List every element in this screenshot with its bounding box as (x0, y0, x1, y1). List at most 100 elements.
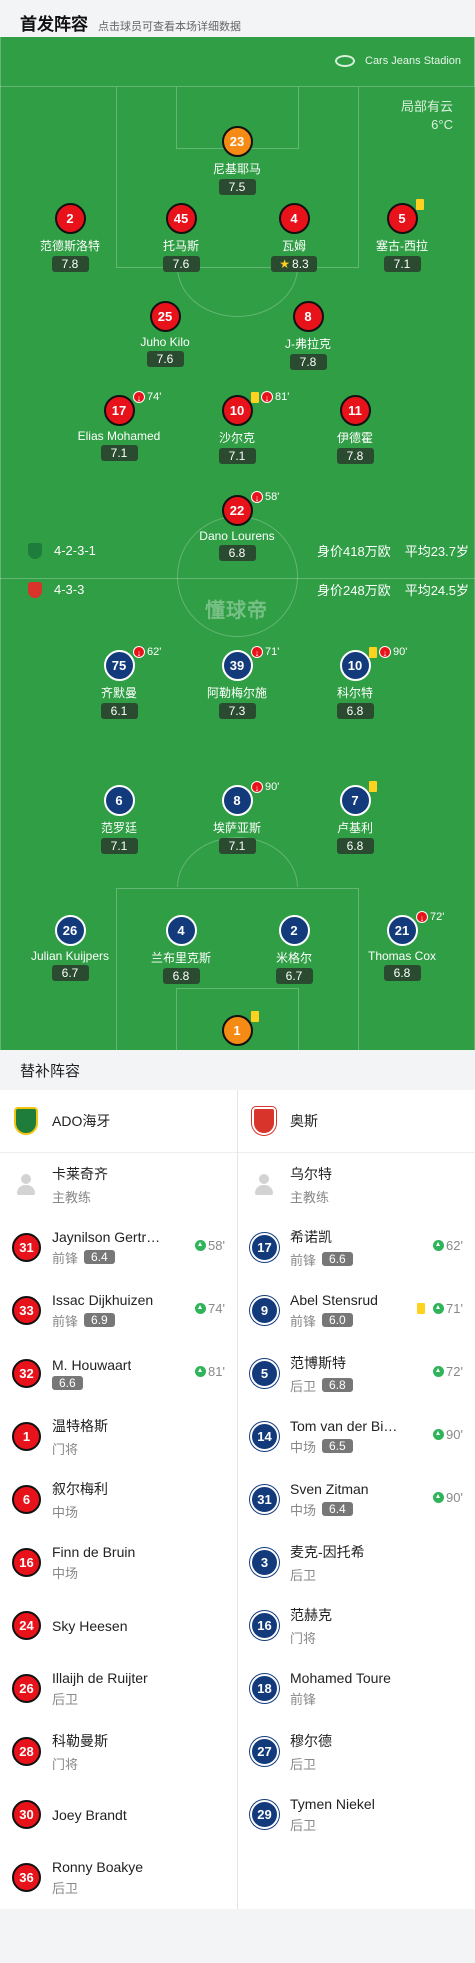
weather-info: 局部有云 6°C (401, 98, 453, 134)
sub-player-row[interactable]: 24 Sky Heesen (0, 1594, 237, 1657)
sub-player-row[interactable]: 16 范赫克 门将 (238, 1594, 475, 1657)
sub-player-position: 中场 (52, 1565, 79, 1581)
sub-player-position-line: 后卫 (52, 1689, 148, 1708)
away-player[interactable]: 75 ↓ 62' 齐默曼 6.1 (54, 646, 184, 720)
home-team-header[interactable]: ADO海牙 (0, 1090, 237, 1153)
coach-role: 主教练 (290, 1189, 330, 1205)
sub-player-name: Finn de Bruin (52, 1543, 136, 1560)
sub-player-row[interactable]: 9 Abel Stensrud 前锋 6.0 71' (238, 1279, 475, 1342)
home-player[interactable]: 11 伊德霍 7.8 (290, 395, 420, 465)
away-player[interactable]: 39 ↓ 71' 阿勒梅尔施 7.3 (172, 646, 302, 720)
jersey-number: 8 (221, 785, 253, 816)
sub-events: 81' (195, 1364, 225, 1379)
home-player[interactable]: 45 托马斯 7.6 (116, 203, 246, 273)
substitution-icon: ↓ (261, 391, 273, 403)
sub-player-row[interactable]: 33 Issac Dijkhuizen 前锋 6.9 74' (0, 1279, 237, 1342)
coach-name: 乌尔特 (290, 1165, 332, 1182)
sub-player-rating: 6.4 (84, 1250, 115, 1264)
sub-player-info: Tom van der Biezen 中场 6.5 (290, 1418, 402, 1456)
player-rating: 6.8 (336, 703, 374, 719)
player-name: 卢基利 (336, 821, 373, 835)
player-name: 沙尔克 (218, 431, 255, 445)
jersey-number: 1 (221, 1015, 253, 1046)
yellow-card-icon (416, 199, 424, 210)
away-player[interactable]: 4 兰布里克斯 6.8 (116, 915, 246, 985)
home-player[interactable]: 8 J-弗拉克 7.8 (243, 301, 373, 371)
jersey-number: 5 (250, 1359, 279, 1388)
away-team-header[interactable]: 奥斯 (238, 1090, 475, 1153)
lineup-hint: 点击球员可查看本场详细数据 (98, 21, 241, 33)
sub-player-position-line: 后卫 (52, 1878, 143, 1897)
away-player[interactable]: 6 范罗廷 7.1 (54, 785, 184, 855)
jersey-number: 7 (339, 785, 371, 816)
sub-player-position: 中场 (290, 1439, 317, 1455)
sub-player-position-line: 中场 (52, 1563, 135, 1582)
sub-player-position-line: 中场 6.5 (290, 1437, 402, 1456)
coach-name: 卡莱奇齐 (52, 1165, 108, 1182)
player-name: Juho Kilo (140, 335, 190, 349)
away-player[interactable]: 1哈夫科特8.2 (172, 1011, 302, 1050)
jersey-number: 75 (103, 650, 135, 681)
jersey-number: 1 (12, 1422, 41, 1451)
sub-player-row[interactable]: 1 温特格斯 门将 (0, 1405, 237, 1468)
player-events (251, 1011, 261, 1022)
sub-player-name: 希诺凯 (290, 1228, 332, 1245)
sub-player-info: 叙尔梅利 中场 (52, 1479, 108, 1521)
sub-events: 62' (433, 1238, 463, 1253)
player-events: ↓ 74' (133, 391, 161, 403)
sub-player-position: 后卫 (52, 1691, 79, 1707)
sub-player-row[interactable]: 6 叙尔梅利 中场 (0, 1468, 237, 1531)
away-player[interactable]: 7 卢基利 6.8 (290, 781, 420, 855)
player-name: Thomas Cox (367, 949, 437, 963)
sub-player-row[interactable]: 16 Finn de Bruin 中场 (0, 1531, 237, 1594)
away-coach[interactable]: 乌尔特 主教练 (238, 1153, 475, 1216)
sub-player-name: Jaynilson Gertrudis (52, 1228, 164, 1245)
sub-player-row[interactable]: 32 M. Houwaart 6.6 81' (0, 1342, 237, 1405)
sub-player-position-line: 中场 6.4 (290, 1500, 369, 1519)
away-player[interactable]: 21 ↓ 72' Thomas Cox 6.8 (337, 911, 467, 982)
sub-in-minute: 74' (208, 1301, 225, 1316)
rating-value: 7.8 (346, 449, 364, 463)
sub-player-row[interactable]: 14 Tom van der Biezen 中场 6.5 90' (238, 1405, 475, 1468)
home-player[interactable]: 10 ↓ 81' 沙尔克 7.1 (172, 391, 302, 465)
sub-player-info: Ronny Boakye 后卫 (52, 1859, 143, 1897)
home-player[interactable]: 25 Juho Kilo 7.6 (100, 301, 230, 368)
sub-events: 72' (433, 1364, 463, 1379)
sub-player-position-line: 门将 (52, 1439, 108, 1458)
away-player[interactable]: 8 ↓ 90' 埃萨亚斯 7.1 (172, 781, 302, 855)
sub-player-position-line: 门将 (290, 1628, 332, 1647)
substitution-icon: ↓ (133, 646, 145, 658)
home-player[interactable]: 5 塞古-西拉 7.1 (337, 199, 467, 273)
sub-player-name: Tom van der Biezen (290, 1417, 402, 1434)
sub-player-row[interactable]: 31 Jaynilson Gertrudis 前锋 6.4 58' (0, 1216, 237, 1279)
coach-role: 主教练 (52, 1189, 92, 1205)
player-name: 范罗廷 (100, 821, 137, 835)
substitution-icon: ↓ (416, 911, 428, 923)
pitch: Cars Jeans Stadion 局部有云 6°C 懂球帝 4-2-3-1 … (0, 37, 475, 1050)
home-player[interactable]: 23 尼基耶马 7.5 (172, 126, 302, 196)
rating-value: 6.8 (346, 839, 364, 853)
player-rating: 6.7 (51, 965, 89, 981)
player-rating: 7.1 (100, 838, 138, 854)
sub-player-row[interactable]: 26 Illaijh de Ruijter 后卫 (0, 1657, 237, 1720)
sub-player-row[interactable]: 30 Joey Brandt (0, 1783, 237, 1846)
stadium-name: Cars Jeans Stadion (365, 55, 461, 67)
sub-player-row[interactable]: 17 希诺凯 前锋 6.6 62' (238, 1216, 475, 1279)
jersey-number: 32 (12, 1359, 41, 1388)
sub-player-row[interactable]: 36 Ronny Boakye 后卫 (0, 1846, 237, 1909)
sub-player-position: 门将 (290, 1630, 317, 1646)
away-player[interactable]: 10 ↓ 90' 科尔特 6.8 (290, 646, 420, 720)
sub-player-info: M. Houwaart 6.6 (52, 1357, 131, 1390)
sub-player-row[interactable]: 18 Mohamed Toure 前锋 (238, 1657, 475, 1720)
home-coach[interactable]: 卡莱奇齐 主教练 (0, 1153, 237, 1216)
sub-player-row[interactable]: 29 Tymen Niekel 后卫 (238, 1783, 475, 1846)
sub-player-row[interactable]: 28 科勒曼斯 门将 (0, 1720, 237, 1783)
sub-player-row[interactable]: 5 范博斯特 后卫 6.8 72' (238, 1342, 475, 1405)
sub-player-row[interactable]: 31 Sven Zitman 中场 6.4 90' (238, 1468, 475, 1531)
player-events: ↓ 71' (251, 646, 279, 658)
home-player[interactable]: 22 ↓ 58' Dano Lourens 6.8 (172, 491, 302, 562)
sub-player-row[interactable]: 27 穆尔德 后卫 (238, 1720, 475, 1783)
sub-player-row[interactable]: 3 麦克-因托希 后卫 (238, 1531, 475, 1594)
home-player[interactable]: 17 ↓ 74' Elias Mohamed 7.1 (54, 391, 184, 462)
substitute-in-icon (195, 1366, 207, 1377)
